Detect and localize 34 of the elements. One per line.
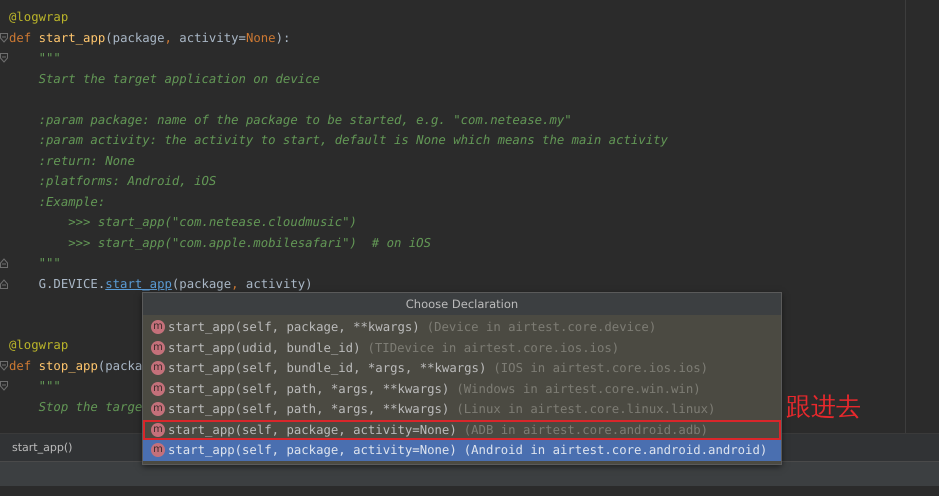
method-icon: m — [151, 320, 165, 334]
code-line: @logwrap — [9, 9, 68, 26]
code-line: :platforms: Android, iOS — [38, 173, 216, 190]
fold-icon[interactable] — [0, 53, 8, 64]
declaration-item[interactable]: m start_app(self, package, activity=None) (Android in airtest.core.android.android) — [143, 440, 781, 460]
code-line: """ — [38, 255, 61, 272]
code-line: @logwrap — [9, 337, 68, 354]
fold-icon[interactable] — [0, 381, 8, 392]
code-line: def stop_app(packa — [9, 358, 142, 374]
method-icon: m — [151, 340, 165, 355]
code-line: >>> start_app("com.apple.mobilesafari") # on iOS — [67, 234, 431, 251]
code-line: def start_app(package, activity=None): — [9, 30, 290, 46]
method-icon: m — [151, 361, 165, 376]
code-line: :return: None — [38, 152, 135, 169]
popup-title: Choose Declaration — [143, 293, 781, 315]
fold-icon[interactable] — [0, 32, 8, 43]
code-line: >>> start_app("com.netease.cloudmusic") — [67, 214, 357, 230]
code-line: """ — [38, 50, 61, 66]
method-icon: m — [151, 422, 165, 437]
method-icon: m — [151, 443, 165, 458]
code-line: :Example: — [38, 194, 106, 210]
code-line: Stop the targe — [38, 398, 142, 415]
method-icon: m — [151, 382, 165, 396]
code-line: :param package: name of the package to be started, e.g. "com.netease.my" — [38, 112, 572, 128]
method-icon: m — [151, 402, 165, 416]
fold-icon[interactable] — [0, 360, 8, 371]
breadcrumb[interactable]: start_app() — [12, 441, 72, 454]
fold-icon[interactable] — [0, 278, 8, 289]
code-line: """ — [38, 378, 61, 394]
fold-icon[interactable] — [0, 258, 8, 268]
code-line: Start the target application on device — [38, 70, 320, 87]
annotation-text: 跟进去 — [786, 391, 861, 423]
code-line: G.DEVICE.start_app(package, activity) — [38, 276, 313, 292]
code-line: :param activity: the activity to start, default is None which means the main activity — [38, 132, 668, 148]
